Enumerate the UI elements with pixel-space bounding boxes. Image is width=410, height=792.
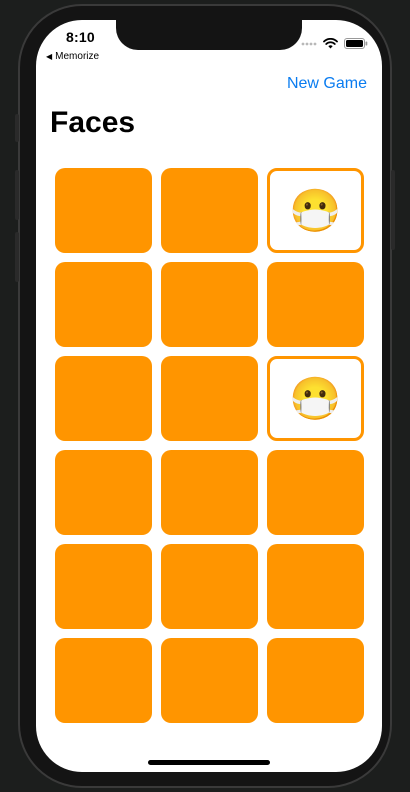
- power-button: [391, 170, 395, 250]
- status-indicators: [301, 38, 368, 49]
- card-face-down[interactable]: [161, 638, 258, 723]
- card-face-down[interactable]: [161, 544, 258, 629]
- cellular-signal-icon: [301, 42, 317, 45]
- card-emoji: 😷: [289, 374, 342, 422]
- card-face-down[interactable]: [267, 544, 364, 629]
- card-face-up[interactable]: 😷: [267, 356, 364, 441]
- card-face-down[interactable]: [55, 450, 152, 535]
- card-face-down[interactable]: [55, 262, 152, 347]
- card-face-down[interactable]: [55, 356, 152, 441]
- wifi-icon: [323, 38, 338, 49]
- card-face-down[interactable]: [267, 262, 364, 347]
- new-game-button[interactable]: New Game: [287, 75, 367, 93]
- notch: [116, 20, 302, 50]
- side-button: [15, 114, 19, 142]
- card-face-down[interactable]: [161, 262, 258, 347]
- card-face-down[interactable]: [161, 168, 258, 253]
- card-grid: 😷 😷: [55, 168, 364, 723]
- card-face-up[interactable]: 😷: [267, 168, 364, 253]
- volume-up-button: [15, 170, 19, 220]
- back-chevron-icon: ◀: [46, 52, 53, 61]
- home-indicator[interactable]: [148, 760, 270, 765]
- app-screen: 8:10 ◀ Memorize New Game Faces 😷 😷: [36, 20, 382, 772]
- card-face-down[interactable]: [55, 544, 152, 629]
- status-time: 8:10: [66, 29, 95, 45]
- card-face-down[interactable]: [55, 168, 152, 253]
- back-to-app-link[interactable]: ◀ Memorize: [46, 51, 99, 62]
- card-face-down[interactable]: [267, 450, 364, 535]
- card-face-down[interactable]: [161, 450, 258, 535]
- card-face-down[interactable]: [267, 638, 364, 723]
- back-app-label: Memorize: [55, 51, 100, 62]
- battery-icon: [344, 38, 368, 49]
- card-face-down[interactable]: [55, 638, 152, 723]
- card-emoji: 😷: [289, 186, 342, 234]
- card-face-down[interactable]: [161, 356, 258, 441]
- volume-down-button: [15, 232, 19, 282]
- page-title: Faces: [50, 106, 136, 139]
